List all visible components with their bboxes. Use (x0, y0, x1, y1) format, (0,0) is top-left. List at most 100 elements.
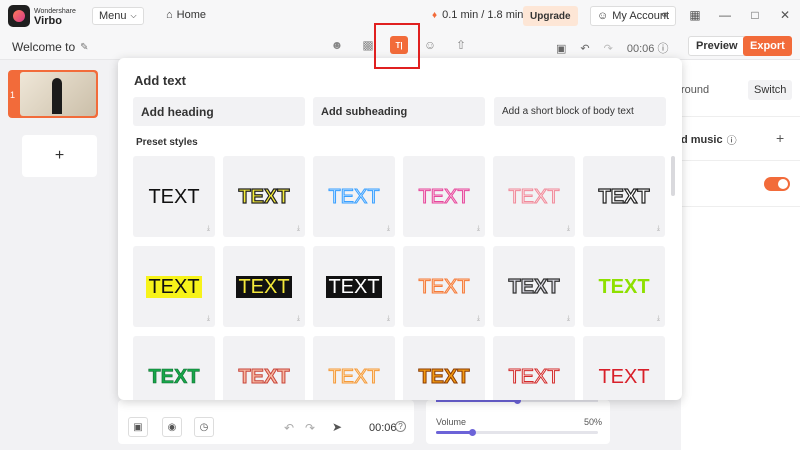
text-icon[interactable]: T| (390, 36, 408, 54)
preset-style-tile[interactable]: TEXT (133, 336, 215, 400)
preset-style-tile[interactable]: TEXT (583, 336, 665, 400)
preset-style-tile[interactable]: TEXT ⤓ (583, 156, 665, 237)
preset-style-tile[interactable]: TEXT ⤓ (313, 246, 395, 327)
download-icon[interactable]: ⤓ (387, 315, 390, 323)
upload-tool-icon[interactable]: ⇧ (452, 36, 470, 54)
script-duration: 00:06 (369, 422, 397, 434)
preset-style-text: TEXT (418, 365, 470, 388)
tool-tabs: ☻ ▩ T| ☺ ⇧ (328, 36, 470, 54)
scrollbar[interactable] (671, 156, 675, 196)
background-tool-icon[interactable]: ▩ (359, 36, 377, 54)
download-icon[interactable]: ⤓ (207, 315, 210, 323)
preset-style-tile[interactable]: TEXT ⤓ (403, 156, 485, 237)
add-music-button[interactable]: + (776, 130, 784, 146)
slide-thumbnail[interactable]: 1 (8, 70, 98, 118)
preset-style-text: TEXT (238, 185, 290, 208)
download-icon[interactable]: ⤓ (207, 225, 210, 233)
preset-style-tile[interactable]: TEXT ⤓ (133, 156, 215, 237)
download-icon[interactable]: ⤓ (477, 225, 480, 233)
preview-button[interactable]: Preview (688, 36, 746, 56)
diamond-icon: ♦ (432, 9, 438, 21)
help-icon[interactable]: ⓘ (727, 132, 737, 147)
toggle-switch[interactable] (764, 177, 790, 191)
preset-style-text: TEXT (508, 185, 560, 208)
preset-style-tile[interactable]: TEXT (223, 336, 305, 400)
download-icon[interactable]: ⤓ (657, 225, 660, 233)
duration: 00:06 ⓘ (627, 40, 669, 56)
download-icon[interactable]: ⤓ (477, 315, 480, 323)
title-bar: Wondershare Virbo Menu ⌵ ⌂ Home ♦ 0.1 mi… (0, 0, 800, 32)
redo-icon[interactable]: ↷ (305, 421, 315, 435)
add-text-popup: Add text Add heading Add subheading Add … (118, 58, 682, 400)
voice-icon[interactable]: ◉ (162, 417, 182, 437)
preset-style-text: TEXT (418, 185, 470, 208)
preset-style-text: TEXT (326, 275, 382, 298)
help-icon[interactable]: ⓘ (657, 43, 668, 55)
editor-toolbar: Welcome to ✎ ☻ ▩ T| ☺ ⇧ ▣ ↶ ↷ 00:06 ⓘ (0, 32, 800, 60)
download-icon[interactable]: ⤓ (567, 315, 570, 323)
preset-style-tile[interactable]: TEXT ⤓ (133, 246, 215, 327)
preset-style-tile[interactable]: TEXT ⤓ (223, 246, 305, 327)
volume-slider[interactable] (436, 429, 598, 436)
help-icon[interactable]: ? (395, 421, 406, 432)
minimize-icon[interactable]: — (718, 8, 732, 22)
redo-icon[interactable]: ↷ (604, 42, 613, 55)
preset-style-tile[interactable]: TEXT (493, 336, 575, 400)
user-icon: ☺ (597, 10, 609, 22)
save-icon[interactable]: ▣ (556, 42, 566, 55)
grid-icon[interactable]: ▦ (688, 8, 702, 22)
download-icon[interactable]: ⤓ (567, 225, 570, 233)
edit-icon[interactable]: ✎ (80, 42, 88, 53)
headset-icon[interactable]: ⚭ (658, 8, 672, 22)
text-input-icon[interactable]: ▣ (128, 417, 148, 437)
preset-style-tile[interactable]: TEXT ⤓ (493, 156, 575, 237)
add-subheading-button[interactable]: Add subheading (313, 97, 485, 126)
usage-indicator: ♦ 0.1 min / 1.8 min (432, 9, 523, 21)
switch-button[interactable]: Switch (748, 80, 793, 100)
undo-icon[interactable]: ↶ (580, 42, 589, 55)
undo-icon[interactable]: ↶ (284, 421, 294, 435)
preset-style-tile[interactable]: TEXT ⤓ (493, 246, 575, 327)
download-icon[interactable]: ⤓ (387, 225, 390, 233)
preset-style-text: TEXT (508, 275, 560, 298)
slide-number: 1 (10, 90, 16, 100)
preset-style-text: TEXT (238, 365, 290, 388)
toolbar-right: ▣ ↶ ↷ 00:06 ⓘ (556, 40, 668, 56)
preset-style-tile[interactable]: TEXT (313, 336, 395, 400)
add-slide-button[interactable]: + (22, 135, 97, 177)
preset-style-tile[interactable]: TEXT (403, 336, 485, 400)
upgrade-button[interactable]: Upgrade (523, 6, 578, 26)
preset-style-text: TEXT (328, 365, 380, 388)
preset-style-tile[interactable]: TEXT ⤓ (223, 156, 305, 237)
sticker-tool-icon[interactable]: ☺ (421, 36, 439, 54)
download-icon[interactable]: ⤓ (657, 315, 660, 323)
project-title[interactable]: Welcome to ✎ (12, 40, 89, 54)
preset-style-text: TEXT (598, 365, 650, 388)
divider (681, 160, 800, 161)
preset-style-tile[interactable]: TEXT ⤓ (313, 156, 395, 237)
maximize-icon[interactable]: □ (748, 8, 762, 22)
avatar-tool-icon[interactable]: ☻ (328, 36, 346, 54)
export-button[interactable]: Export (743, 36, 792, 56)
chevron-down-icon: ⌵ (130, 11, 137, 20)
preset-style-text: TEXT (236, 275, 292, 298)
music-label: d music (681, 133, 723, 146)
preset-style-text: TEXT (508, 365, 560, 388)
home-label: Home (176, 9, 206, 21)
preset-style-tile[interactable]: TEXT ⤓ (583, 246, 665, 327)
preset-style-tile[interactable]: TEXT ⤓ (403, 246, 485, 327)
preset-styles-label: Preset styles (136, 137, 198, 148)
preset-style-text: TEXT (598, 185, 650, 208)
add-body-text-button[interactable]: Add a short block of body text (494, 97, 666, 126)
divider (681, 206, 800, 207)
menu-button[interactable]: Menu ⌵ (92, 7, 144, 25)
close-icon[interactable]: ✕ (778, 8, 792, 22)
clock-icon[interactable]: ◷ (194, 417, 214, 437)
download-icon[interactable]: ⤓ (297, 315, 300, 323)
add-heading-button[interactable]: Add heading (133, 97, 305, 126)
send-icon[interactable]: ➤ (332, 420, 342, 434)
popup-title: Add text (134, 73, 186, 88)
download-icon[interactable]: ⤓ (297, 225, 300, 233)
window-controls: ⚭ ▦ — □ ✕ (658, 8, 792, 22)
home-button[interactable]: ⌂ Home (166, 9, 206, 21)
